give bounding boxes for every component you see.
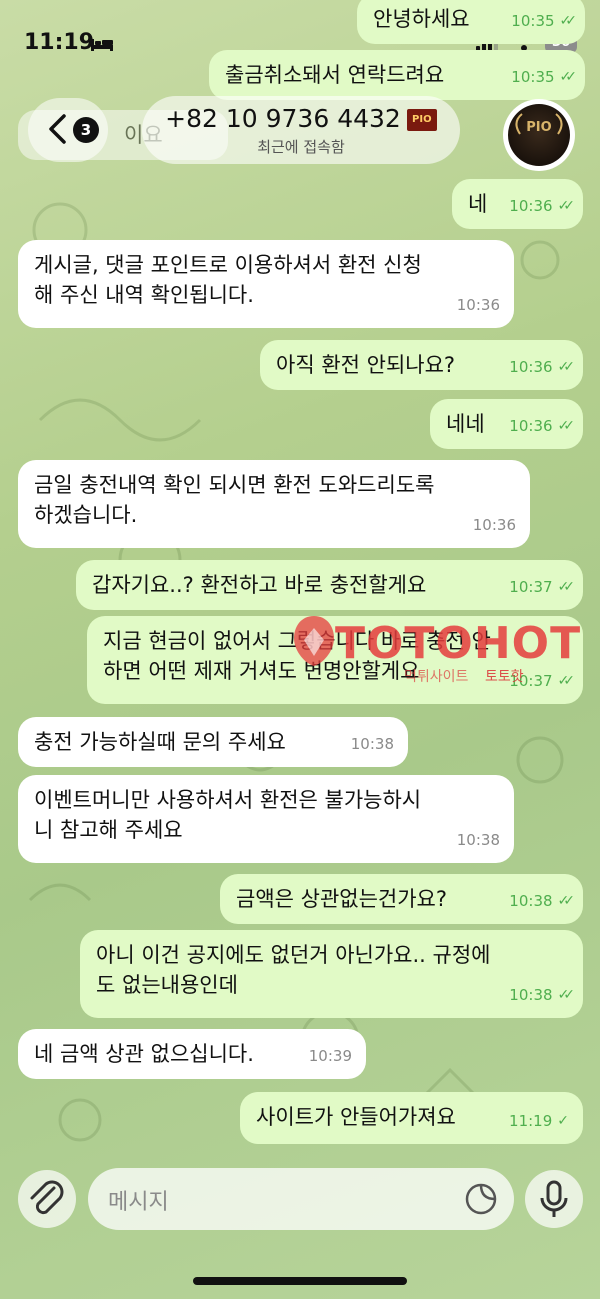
chevron-left-icon bbox=[49, 114, 66, 144]
message-meta: 10:36 ✓✓ bbox=[509, 352, 576, 382]
message-time: 10:38 bbox=[350, 735, 394, 753]
double-check-icon: ✓✓ bbox=[557, 673, 576, 689]
unread-count-badge: 3 bbox=[73, 117, 99, 143]
message-bubble[interactable]: 네네 10:36 ✓✓ bbox=[430, 399, 583, 449]
watermark-subtext: 먹튀사이트 bbox=[404, 669, 469, 685]
message-time: 10:38 bbox=[509, 986, 553, 1004]
message-input-placeholder: 메시지 bbox=[108, 1190, 169, 1215]
watermark-logo-icon bbox=[294, 616, 334, 666]
message-bubble[interactable]: 갑자기요..? 환전하고 바로 충전할게요 10:37 ✓✓ bbox=[76, 560, 583, 610]
message-time: 10:36 bbox=[509, 417, 553, 435]
message-time: 10:37 bbox=[509, 578, 553, 596]
double-check-icon: ✓✓ bbox=[557, 418, 576, 434]
voice-record-button[interactable] bbox=[525, 1170, 583, 1228]
message-meta: 10:36 bbox=[473, 510, 516, 540]
message-bubble[interactable]: 이벤트머니만 사용하셔서 환전은 불가능하시 니 참고해 주세요 10:38 bbox=[18, 775, 514, 863]
message-text: 금일 충전내역 확인 되시면 환전 도와드리도록 하겠습니다. bbox=[34, 473, 435, 527]
message-meta: 10:38 ✓✓ bbox=[509, 886, 576, 916]
message-meta: 10:37 ✓✓ bbox=[509, 572, 576, 602]
double-check-icon: ✓✓ bbox=[557, 579, 576, 595]
message-text: 네네 bbox=[446, 412, 485, 436]
single-check-icon: ✓ bbox=[557, 1113, 569, 1129]
sticker-icon[interactable] bbox=[464, 1182, 498, 1216]
message-time: 11:19 bbox=[509, 1112, 553, 1130]
message-bubble[interactable]: 금일 충전내역 확인 되시면 환전 도와드리도록 하겠습니다. 10:36 bbox=[18, 460, 530, 548]
message-bubble[interactable]: 네 금액 상관 없으십니다. 10:39 bbox=[18, 1029, 366, 1079]
avatar-image: PIO bbox=[508, 104, 570, 166]
message-bubble[interactable]: 네 10:36 ✓✓ bbox=[452, 179, 583, 229]
paperclip-icon bbox=[30, 1180, 64, 1215]
message-bubble[interactable]: 게시글, 댓글 포인트로 이용하셔서 환전 신청 해 주신 내역 확인됩니다. … bbox=[18, 240, 514, 328]
double-check-icon: ✓✓ bbox=[559, 69, 578, 85]
message-meta: 10:38 bbox=[457, 825, 500, 855]
message-bubble[interactable]: 아직 환전 안되나요? 10:36 ✓✓ bbox=[260, 340, 583, 390]
message-time: 10:38 bbox=[509, 892, 553, 910]
home-indicator[interactable] bbox=[193, 1277, 407, 1285]
sleep-focus-icon bbox=[91, 39, 113, 51]
chat-screen: 11:19 36 안녕하세요 10:35✓✓ 출금취소돼서 연락드려요 10:3… bbox=[0, 0, 600, 1299]
double-check-icon: ✓✓ bbox=[557, 198, 576, 214]
message-meta: 10:38 ✓✓ bbox=[509, 980, 576, 1010]
double-check-icon: ✓✓ bbox=[557, 987, 576, 1003]
message-text: 아직 환전 안되나요? bbox=[276, 353, 456, 377]
message-meta: 10:36 ✓✓ bbox=[509, 411, 576, 441]
double-check-icon: ✓✓ bbox=[557, 359, 576, 375]
watermark-text: TOTOHOT bbox=[335, 618, 582, 669]
message-time: 10:35 bbox=[511, 12, 555, 30]
message-time: 10:35 bbox=[511, 68, 555, 86]
message-meta: 10:35 ✓✓ bbox=[511, 62, 578, 92]
attach-button[interactable] bbox=[18, 1170, 76, 1228]
status-time: 11:19 bbox=[24, 30, 95, 55]
microphone-icon bbox=[540, 1180, 568, 1217]
message-text: 충전 가능하실때 문의 주세요 bbox=[34, 730, 286, 754]
message-meta: 11:19 ✓ bbox=[509, 1106, 569, 1136]
contact-badge: PIO bbox=[406, 109, 437, 131]
message-meta: 10:35 ✓✓ bbox=[511, 6, 578, 36]
double-check-icon: ✓✓ bbox=[559, 13, 578, 29]
message-meta: 10:39 bbox=[309, 1041, 352, 1071]
message-time: 10:38 bbox=[456, 831, 500, 849]
contact-avatar[interactable]: PIO bbox=[503, 99, 575, 171]
message-meta: 10:36 ✓✓ bbox=[509, 191, 576, 221]
message-text: 네 bbox=[468, 192, 488, 216]
double-check-icon: ✓✓ bbox=[557, 893, 576, 909]
message-bubble[interactable]: 안녕하세요 10:35 ✓✓ bbox=[357, 0, 585, 44]
message-time: 10:36 bbox=[456, 296, 500, 314]
last-seen-status: 최근에 접속함 bbox=[257, 138, 345, 156]
message-bubble[interactable]: 사이트가 안들어가져요 11:19 ✓ bbox=[240, 1092, 583, 1144]
watermark-subtext-brand: 토토핫 bbox=[485, 669, 524, 685]
message-text: 이벤트머니만 사용하셔서 환전은 불가능하시 니 참고해 주세요 bbox=[34, 788, 422, 842]
message-text: 금액은 상관없는건가요? bbox=[236, 887, 448, 911]
message-bubble[interactable]: 아니 이건 공지에도 없던거 아닌가요.. 규정에 도 없는내용인데 10:38… bbox=[80, 930, 583, 1018]
chat-title[interactable]: +82 10 9736 4432 PIO 최근에 접속함 bbox=[142, 96, 460, 164]
message-bubble[interactable]: 금액은 상관없는건가요? 10:38 ✓✓ bbox=[220, 874, 583, 924]
back-button[interactable]: 3 bbox=[28, 98, 108, 162]
message-time: 10:36 bbox=[509, 197, 553, 215]
message-text: 갑자기요..? 환전하고 바로 충전할게요 bbox=[92, 573, 427, 597]
message-text: 네 금액 상관 없으십니다. bbox=[34, 1042, 254, 1066]
message-text: 게시글, 댓글 포인트로 이용하셔서 환전 신청 해 주신 내역 확인됩니다. bbox=[34, 253, 422, 307]
message-text: 사이트가 안들어가져요 bbox=[256, 1105, 456, 1129]
message-meta: 10:36 bbox=[457, 290, 500, 320]
message-text: 출금취소돼서 연락드려요 bbox=[225, 63, 445, 87]
message-time: 10:36 bbox=[509, 358, 553, 376]
message-text: 안녕하세요 bbox=[373, 7, 470, 31]
contact-phone: +82 10 9736 4432 PIO bbox=[142, 104, 460, 133]
message-bubble[interactable]: 충전 가능하실때 문의 주세요 10:38 bbox=[18, 717, 408, 767]
laurel-icon bbox=[515, 113, 563, 135]
message-time: 10:36 bbox=[472, 516, 516, 534]
message-meta: 10:38 bbox=[351, 729, 394, 759]
message-input[interactable]: 메시지 bbox=[88, 1168, 514, 1230]
message-bubble[interactable]: 출금취소돼서 연락드려요 10:35 ✓✓ bbox=[209, 50, 585, 100]
message-text: 아니 이건 공지에도 없던거 아닌가요.. 규정에 도 없는내용인데 bbox=[96, 943, 491, 997]
message-time: 10:39 bbox=[308, 1047, 352, 1065]
contact-phone-number: +82 10 9736 4432 bbox=[165, 104, 401, 133]
